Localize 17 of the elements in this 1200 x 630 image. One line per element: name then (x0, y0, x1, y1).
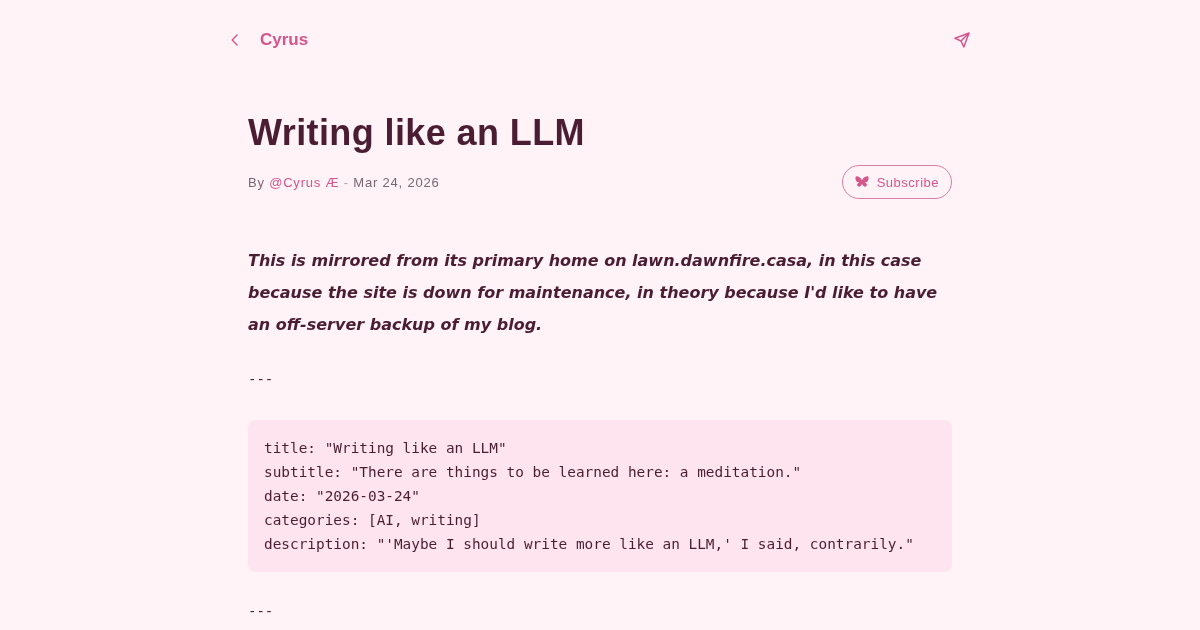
author-link[interactable]: @Cyrus Æ (269, 174, 340, 190)
code-line: subtitle: "There are things to be learned here: a meditation." (264, 463, 802, 482)
separator-text: --- (248, 370, 275, 389)
send-icon (954, 32, 970, 48)
code-line: title: "Writing like an LLM" (264, 439, 507, 458)
code-line: description: "'Maybe I should write more like an LLM,' I said, contrarily." (264, 535, 914, 554)
share-button[interactable] (952, 30, 972, 50)
post-title: Writing like an LLM (248, 111, 586, 155)
separator-text: --- (248, 602, 275, 621)
back-button[interactable] (229, 32, 240, 48)
butterfly-icon (854, 176, 869, 188)
site-name-link[interactable]: Cyrus (260, 30, 309, 50)
code-line: categories: [AI, writing] (264, 511, 481, 530)
chevron-left-icon (231, 34, 238, 46)
byline: By @Cyrus Æ - Mar 24, 2026 (248, 174, 440, 190)
intro-paragraph: This is mirrored from its primary home on lawn.dawnfire.casa, in this case because the site is down for maintenance, in theory because I'd like to have an off-server backup of my blog. (248, 250, 939, 336)
code-line: date: "2026-03-24" (264, 487, 420, 506)
